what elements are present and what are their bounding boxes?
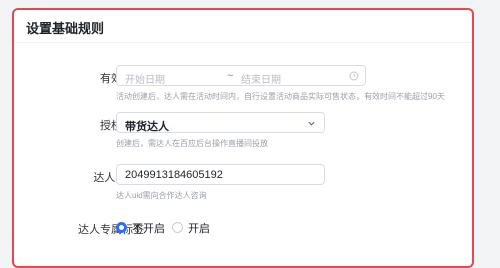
date-range-picker[interactable]: 开始日期 ~ 结束日期 — [116, 65, 366, 86]
influencer-uid-hint: 达人uid需向合作达人咨询 — [116, 191, 207, 200]
end-date-input[interactable]: 结束日期 — [241, 71, 281, 86]
influencer-uid-input[interactable]: 2049913184605192 — [116, 164, 325, 185]
chevron-down-icon — [308, 121, 315, 126]
radio-disable-label[interactable]: 不开启 — [132, 220, 165, 236]
influencer-uid-value: 2049913184605192 — [125, 169, 223, 181]
calendar-icon[interactable] — [349, 71, 359, 81]
section-divider — [14, 42, 472, 43]
radio-disable[interactable] — [116, 222, 127, 233]
section-title: 设置基础规则 — [26, 21, 105, 36]
start-date-input[interactable]: 开始日期 — [125, 71, 165, 86]
radio-enable-label[interactable]: 开启 — [188, 220, 210, 236]
author-hint: 创建后，需达人在百应后台操作直播间投放 — [116, 139, 268, 148]
radio-enable[interactable] — [172, 222, 183, 233]
validity-hint: 活动创建后，达人需在活动时间内，自行设置活动商品实际可售状态，有效时间不能超过9… — [116, 92, 445, 101]
date-range-separator: ~ — [227, 70, 234, 82]
author-select[interactable]: 带货达人 — [116, 112, 325, 133]
author-select-value: 带货达人 — [125, 121, 169, 133]
